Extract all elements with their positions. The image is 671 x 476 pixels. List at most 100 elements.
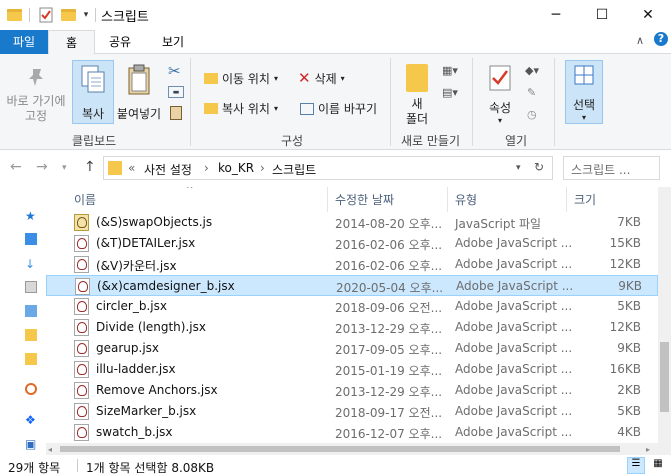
file-row[interactable]: (&x)camdesigner_b.jsx 2020-05-04 오후... Ado… [46, 275, 658, 296]
file-row[interactable]: SizeMarker_b.jsx 2018-09-17 오전... Adobe Ja… [46, 401, 658, 422]
column-header-size[interactable]: 크기 [574, 191, 596, 208]
tab-share[interactable]: 공유 [96, 30, 144, 54]
forward-arrow-icon[interactable]: → [36, 159, 48, 175]
column-header-type[interactable]: 유형 [455, 191, 477, 208]
cut-icon[interactable]: ✂ [168, 62, 181, 80]
help-icon[interactable]: ? [654, 32, 668, 46]
new-folder-label: 새 폴더 [405, 97, 429, 126]
file-row[interactable]: swatch_b.jsx 2016-12-07 오후... Adobe JavaSc… [46, 422, 658, 443]
edit-icon[interactable]: ✎ [527, 86, 536, 99]
properties-icon [489, 65, 511, 91]
copy-icon [81, 65, 105, 93]
column-divider[interactable] [447, 187, 448, 212]
file-date: 2015-01-19 오후... [335, 364, 443, 378]
file-type: Adobe JavaScript ... [455, 236, 573, 250]
file-row[interactable]: Remove Anchors.jsx 2013-12-29 오후... Adobe … [46, 380, 658, 401]
file-type: JavaScript 파일 [455, 217, 542, 231]
address-dropdown-icon[interactable]: ▾ [516, 163, 521, 173]
scroll-right-icon[interactable]: ▸ [646, 445, 650, 454]
copy-to-button[interactable]: 복사 위치 ▾ [204, 100, 278, 117]
maximize-button[interactable]: ☐ [579, 0, 625, 30]
new-item-icon[interactable]: ▦▾ [442, 64, 458, 77]
pin-to-quick-access-button[interactable]: 바로 가기에 고정 [4, 66, 68, 124]
open-icon[interactable]: ◆▾ [525, 64, 539, 77]
file-date: 2018-09-06 오전... [335, 301, 443, 315]
window-title: 스크립트 [101, 10, 149, 25]
scroll-left-icon[interactable]: ◂ [48, 445, 52, 454]
file-type: Adobe JavaScript ... [455, 383, 573, 397]
file-row[interactable]: illu-ladder.jsx 2015-01-19 오후... Adobe Jav… [46, 359, 658, 380]
close-button[interactable]: ✕ [625, 0, 671, 30]
documents-icon[interactable] [25, 281, 37, 293]
easy-access-icon[interactable]: ▤▾ [442, 86, 458, 99]
properties-button[interactable]: 속성 ▾ [482, 64, 518, 125]
up-arrow-icon[interactable]: ↑ [84, 159, 96, 175]
column-divider[interactable] [327, 187, 328, 212]
divider [190, 58, 191, 146]
file-row[interactable]: gearup.jsx 2017-09-05 오후... Adobe JavaScri… [46, 338, 658, 359]
breadcrumb-separator[interactable]: › [204, 161, 209, 175]
file-size: 4KB [617, 425, 641, 439]
column-header-date[interactable]: 수정한 날짜 [335, 191, 394, 208]
breadcrumb-presets[interactable]: 사전 설정 [144, 161, 192, 178]
breadcrumb-separator[interactable]: › [260, 161, 265, 175]
pictures-icon[interactable] [25, 305, 37, 317]
tab-home[interactable]: 홈 [48, 30, 95, 55]
delete-button[interactable]: ✕ 삭제 ▾ [298, 69, 345, 87]
file-date: 2013-12-29 오후... [335, 322, 443, 336]
recent-locations-icon[interactable]: ▾ [62, 163, 67, 173]
horizontal-scrollbar-thumb[interactable] [60, 446, 620, 452]
properties-quick-icon[interactable] [37, 6, 55, 24]
horizontal-scrollbar[interactable]: ◂ ▸ [46, 443, 658, 455]
copy-path-icon[interactable]: ▬ [168, 86, 184, 98]
address-bar[interactable]: « 사전 설정 › ko_KR › 스크립트 ▾ ↻ [103, 156, 553, 180]
pin-icon [29, 69, 43, 86]
dropbox-icon[interactable]: ❖ [25, 413, 36, 427]
large-icons-view-icon[interactable]: ▦ [649, 457, 667, 474]
file-row[interactable]: circler_b.jsx 2018-09-06 오전... Adobe JavaS… [46, 296, 658, 317]
details-view-icon[interactable]: ☰ [627, 457, 645, 474]
breadcrumb-ko-kr[interactable]: ko_KR [218, 161, 254, 175]
collapse-ribbon-icon[interactable]: ∧ [636, 34, 644, 52]
new-folder-button[interactable]: 새 폴더 [398, 64, 436, 127]
overflow-chevron[interactable]: « [128, 161, 135, 175]
vertical-scrollbar[interactable] [658, 187, 671, 455]
file-type: Adobe JavaScript ... [455, 425, 573, 439]
file-name: (&x)camdesigner_b.jsx [97, 279, 235, 293]
copy-folder-icon [204, 103, 218, 114]
file-size: 9KB [617, 341, 641, 355]
folder-icon[interactable] [25, 353, 37, 365]
tab-file[interactable]: 파일 [0, 30, 48, 54]
customize-quick-access-icon[interactable]: ▾ [80, 6, 92, 24]
search-box[interactable]: 스크립트 ... [563, 156, 660, 180]
folder-icon[interactable] [25, 329, 37, 341]
new-folder-quick-icon[interactable] [59, 6, 77, 24]
tab-view[interactable]: 보기 [145, 30, 201, 54]
refresh-icon[interactable]: ↻ [534, 160, 544, 174]
minimize-button[interactable]: ─ [533, 0, 579, 30]
desktop-icon[interactable] [25, 233, 37, 245]
column-header-name[interactable]: 이름 [74, 191, 96, 208]
quick-access-star-icon[interactable]: ★ [25, 209, 36, 223]
network-icon[interactable]: ▣ [25, 437, 36, 451]
file-row[interactable]: (&V)카운터.jsx 2016-02-06 오후... Adobe JavaScr… [46, 254, 658, 275]
history-icon[interactable]: ◷ [527, 108, 537, 121]
file-row[interactable]: (&S)swapObjects.js 2014-08-20 오후... JavaSc… [46, 212, 658, 233]
move-to-button[interactable]: 이동 위치 ▾ [204, 70, 278, 87]
back-arrow-icon[interactable]: ← [10, 159, 22, 175]
paste-button[interactable]: 붙여넣기 [114, 64, 164, 122]
column-divider[interactable] [566, 187, 567, 212]
file-row[interactable]: Divide (length).jsx 2013-12-29 오후... Adobe… [46, 317, 658, 338]
creative-cloud-icon[interactable] [25, 383, 37, 395]
file-date: 2014-08-20 오후... [335, 217, 443, 231]
paste-shortcut-icon[interactable] [170, 106, 182, 120]
ribbon-tabs: 파일 홈 공유 보기 ∧ ? [0, 30, 671, 55]
breadcrumb-scripts[interactable]: 스크립트 [272, 161, 316, 178]
file-type: Adobe JavaScript ... [455, 404, 573, 418]
folder-icon [108, 161, 122, 175]
rename-button[interactable]: 이름 바꾸기 [300, 100, 377, 117]
downloads-icon[interactable]: ↓ [25, 257, 35, 271]
scrollbar-thumb[interactable] [660, 342, 669, 412]
file-row[interactable]: (&T)DETAILer.jsx 2016-02-06 오후... Adobe Ja… [46, 233, 658, 254]
divider [472, 58, 473, 146]
